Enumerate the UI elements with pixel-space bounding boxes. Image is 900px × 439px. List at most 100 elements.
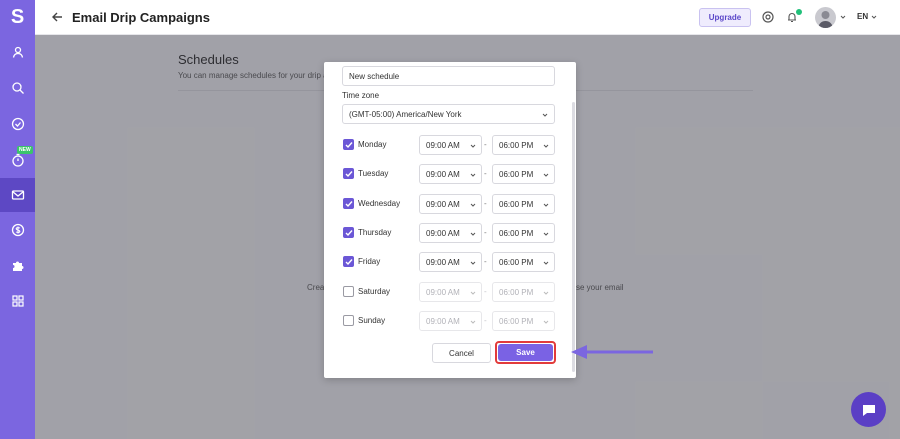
day-row: Monday 09:00 AM - 06:00 PM (343, 135, 555, 155)
end-time-value: 06:00 PM (499, 257, 534, 267)
check-circle-icon (11, 117, 24, 131)
start-time-value: 09:00 AM (426, 257, 460, 267)
sidebar-item-integrations[interactable] (0, 249, 35, 283)
start-time-select[interactable]: 09:00 AM (419, 223, 482, 243)
start-time-select[interactable]: 09:00 AM (419, 164, 482, 184)
start-time-value: 09:00 AM (426, 169, 460, 179)
chevron-down-icon (543, 173, 549, 177)
dollar-icon (11, 223, 24, 237)
chevron-down-icon (470, 203, 476, 207)
end-time-value: 06:00 PM (499, 228, 534, 238)
chevron-down-icon (543, 261, 549, 265)
grid-icon (11, 295, 24, 307)
start-time-value: 09:00 AM (426, 316, 460, 326)
chevron-down-icon (470, 232, 476, 236)
time-separator: - (484, 199, 487, 208)
save-highlight: Save (495, 341, 556, 364)
search-icon (11, 82, 24, 94)
end-time-select[interactable]: 06:00 PM (492, 164, 555, 184)
time-separator: - (484, 169, 487, 178)
start-time-select[interactable]: 09:00 AM (419, 252, 482, 272)
chat-button[interactable] (851, 392, 886, 427)
schedule-modal: New schedule Time zone (GMT-05:00) Ameri… (324, 62, 576, 378)
page-title: Email Drip Campaigns (72, 10, 210, 25)
upgrade-button[interactable]: Upgrade (699, 8, 751, 27)
check-icon (345, 259, 353, 266)
timer-icon (11, 153, 24, 167)
help-icon[interactable] (762, 11, 774, 23)
day-checkbox[interactable] (343, 198, 354, 209)
end-time-select[interactable]: 06:00 PM (492, 282, 555, 302)
timezone-value: (GMT-05:00) America/New York (349, 109, 462, 119)
chevron-down-icon (470, 320, 476, 324)
chevron-down-icon (470, 173, 476, 177)
day-label: Thursday (358, 228, 392, 237)
sidebar: S NEW (0, 0, 35, 439)
end-time-value: 06:00 PM (499, 169, 534, 179)
end-time-select[interactable]: 06:00 PM (492, 135, 555, 155)
time-separator: - (484, 287, 487, 296)
day-checkbox[interactable] (343, 227, 354, 238)
check-icon (345, 230, 353, 237)
chevron-down-icon (470, 144, 476, 148)
notification-dot (796, 9, 802, 15)
end-time-select[interactable]: 06:00 PM (492, 311, 555, 331)
cancel-button[interactable]: Cancel (432, 343, 491, 363)
chevron-down-icon[interactable] (871, 14, 877, 20)
timezone-select[interactable]: (GMT-05:00) America/New York (342, 104, 555, 124)
day-checkbox[interactable] (343, 168, 354, 179)
end-time-value: 06:00 PM (499, 316, 534, 326)
sidebar-item-billing[interactable] (0, 213, 35, 247)
top-header: Email Drip Campaigns Upgrade EN (35, 0, 900, 35)
chevron-down-icon (543, 203, 549, 207)
modal-scrollbar[interactable] (572, 102, 575, 372)
chevron-down-icon[interactable] (840, 14, 846, 20)
avatar[interactable] (815, 7, 836, 28)
end-time-select[interactable]: 06:00 PM (492, 194, 555, 214)
start-time-value: 09:00 AM (426, 199, 460, 209)
day-label: Sunday (358, 316, 386, 325)
day-row: Wednesday 09:00 AM - 06:00 PM (343, 194, 555, 214)
day-row: Tuesday 09:00 AM - 06:00 PM (343, 164, 555, 184)
day-checkbox[interactable] (343, 286, 354, 297)
chevron-down-icon (542, 113, 548, 117)
sidebar-item-email[interactable] (0, 178, 35, 212)
sidebar-item-search[interactable] (0, 71, 35, 105)
day-label: Tuesday (358, 169, 389, 178)
schedule-name-input[interactable]: New schedule (342, 66, 555, 86)
sidebar-item-warmup[interactable] (0, 143, 35, 177)
start-time-select[interactable]: 09:00 AM (419, 282, 482, 302)
day-checkbox[interactable] (343, 315, 354, 326)
chevron-down-icon (470, 261, 476, 265)
chevron-down-icon (543, 291, 549, 295)
start-time-value: 09:00 AM (426, 228, 460, 238)
app-logo[interactable]: S (0, 0, 35, 34)
start-time-select[interactable]: 09:00 AM (419, 135, 482, 155)
language-selector[interactable]: EN (857, 12, 868, 21)
start-time-select[interactable]: 09:00 AM (419, 311, 482, 331)
end-time-select[interactable]: 06:00 PM (492, 223, 555, 243)
day-checkbox[interactable] (343, 256, 354, 267)
sidebar-item-profile[interactable] (0, 35, 35, 69)
start-time-value: 09:00 AM (426, 287, 460, 297)
timezone-label: Time zone (342, 91, 380, 100)
day-row: Friday 09:00 AM - 06:00 PM (343, 252, 555, 272)
day-checkbox[interactable] (343, 139, 354, 150)
time-separator: - (484, 257, 487, 266)
time-separator: - (484, 316, 487, 325)
end-time-value: 06:00 PM (499, 199, 534, 209)
day-row: Saturday 09:00 AM - 06:00 PM (343, 282, 555, 302)
day-label: Monday (358, 140, 387, 149)
back-arrow-icon[interactable] (50, 10, 64, 24)
save-button[interactable]: Save (498, 344, 553, 361)
day-label: Wednesday (358, 199, 401, 208)
start-time-select[interactable]: 09:00 AM (419, 194, 482, 214)
end-time-select[interactable]: 06:00 PM (492, 252, 555, 272)
sidebar-item-apps[interactable] (0, 284, 35, 318)
sidebar-item-verify[interactable] (0, 107, 35, 141)
check-icon (345, 171, 353, 178)
chevron-down-icon (470, 291, 476, 295)
day-row: Sunday 09:00 AM - 06:00 PM (343, 311, 555, 331)
time-separator: - (484, 140, 487, 149)
day-label: Friday (358, 257, 381, 266)
